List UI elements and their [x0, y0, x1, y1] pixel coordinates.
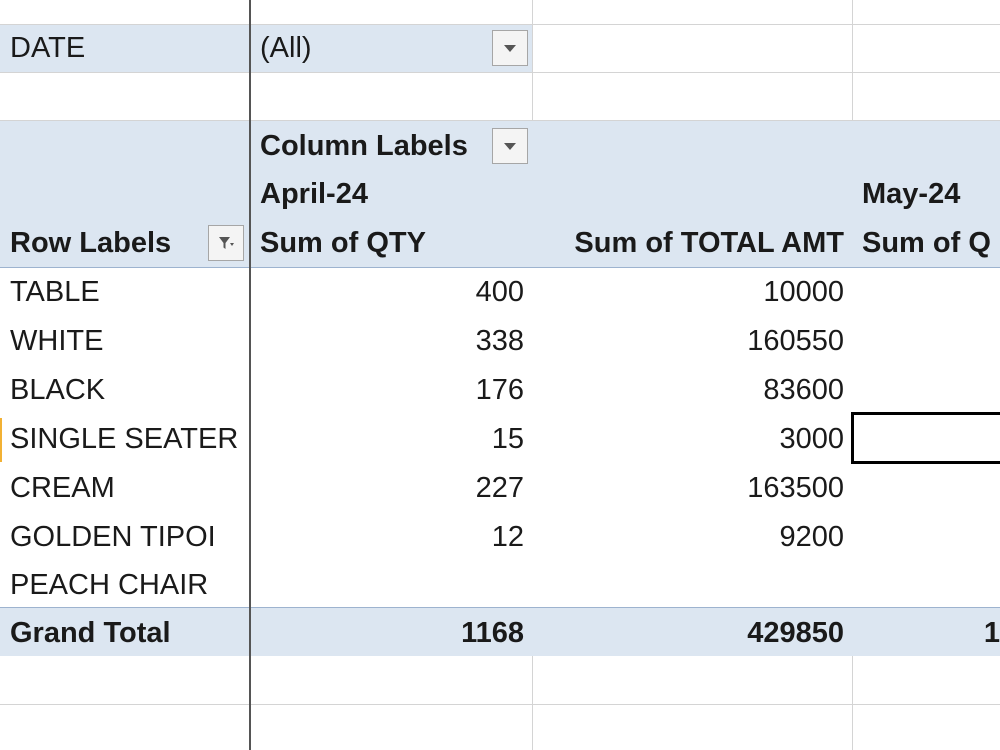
column-labels-header: Column Labels [260, 130, 468, 162]
month-header-may: May-24 [862, 178, 961, 210]
sum-total-amt-header-april: Sum of TOTAL AMT [574, 227, 844, 259]
qty-cell[interactable]: 176 [250, 366, 532, 414]
row-labels-header: Row Labels [10, 227, 172, 259]
qty-cell[interactable]: 227 [250, 464, 532, 512]
qty-cell[interactable]: 12 [250, 513, 532, 561]
grand-total-label: Grand Total [10, 617, 171, 649]
amt-cell[interactable]: 9200 [532, 513, 852, 561]
amt-cell[interactable] [532, 561, 852, 609]
row-label[interactable]: CREAM [0, 464, 249, 512]
date-filter-dropdown[interactable] [492, 30, 528, 66]
qty-cell[interactable] [250, 561, 532, 609]
sum-qty-header-april: Sum of QTY [260, 227, 426, 259]
qty-cell[interactable]: 338 [250, 317, 532, 365]
row-label[interactable]: SINGLE SEATER [0, 415, 249, 463]
chevron-down-icon [504, 142, 516, 150]
qty-cell[interactable]: 400 [250, 268, 532, 316]
amt-cell[interactable]: 10000 [532, 268, 852, 316]
row-labels-filter-button[interactable] [208, 225, 244, 261]
month-header-april: April-24 [260, 178, 368, 210]
row-label[interactable]: PEACH CHAIR [0, 561, 249, 609]
row-label[interactable]: GOLDEN TIPOI [0, 513, 249, 561]
amt-cell[interactable]: 83600 [532, 366, 852, 414]
amt-cell[interactable]: 160550 [532, 317, 852, 365]
active-cell-selection[interactable] [851, 412, 1000, 464]
grand-total-amt[interactable]: 429850 [532, 609, 852, 657]
amt-cell[interactable]: 3000 [532, 415, 852, 463]
filter-label: DATE [10, 32, 86, 64]
sum-qty-header-may: Sum of Q [862, 227, 991, 259]
filter-icon [219, 237, 234, 249]
amt-cell[interactable]: 163500 [532, 464, 852, 512]
grand-total-may-qty[interactable]: 1 [852, 609, 1000, 657]
grand-total-qty[interactable]: 1168 [250, 609, 532, 657]
filter-value[interactable]: (All) [250, 24, 490, 72]
row-label[interactable]: WHITE [0, 317, 249, 365]
qty-cell[interactable]: 15 [250, 415, 532, 463]
column-labels-dropdown[interactable] [492, 128, 528, 164]
row-label[interactable]: TABLE [0, 268, 249, 316]
row-selection-marker [0, 418, 2, 462]
row-label[interactable]: BLACK [0, 366, 249, 414]
chevron-down-icon [504, 44, 516, 52]
